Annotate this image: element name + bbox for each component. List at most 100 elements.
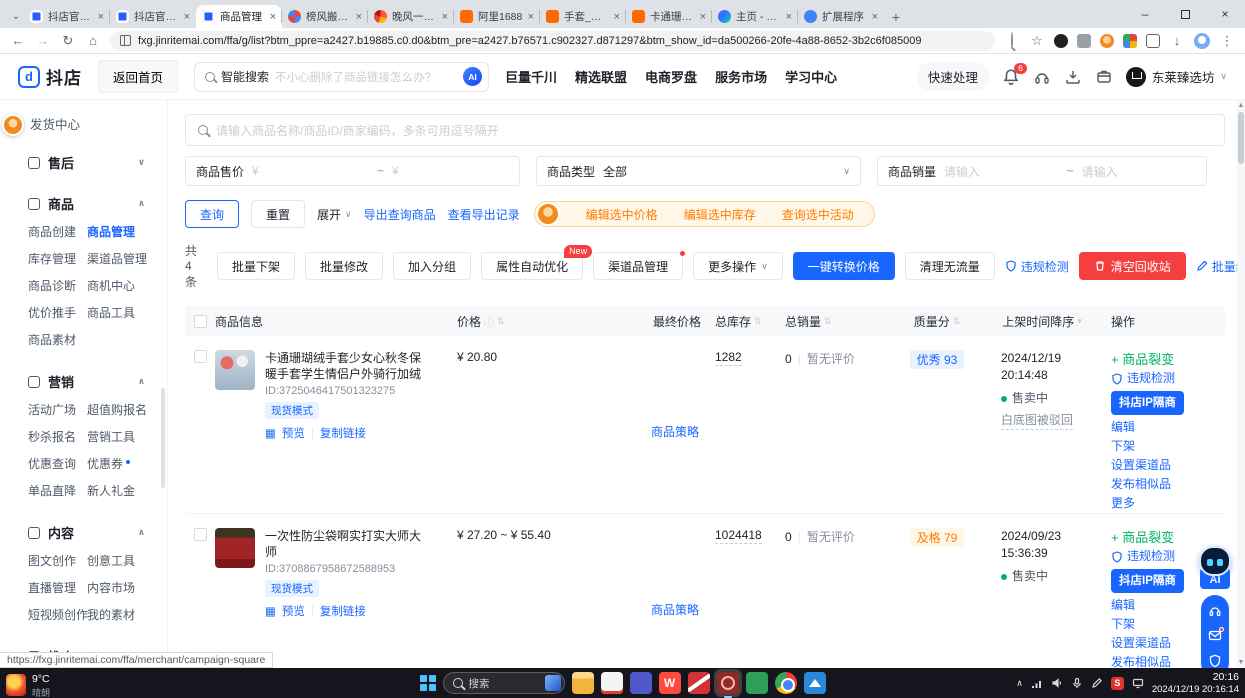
plugin-edit-price[interactable]: 编辑选中价格	[586, 206, 658, 223]
browser-tab[interactable]: 扩展程序 ×	[798, 5, 884, 28]
doudian-logo[interactable]: d 抖店	[18, 64, 82, 89]
extension-adblock-icon[interactable]	[1054, 34, 1068, 48]
sidebar-item-stock[interactable]: 库存管理	[28, 250, 84, 267]
browser-tab[interactable]: 主页 - 飞书云文档 ×	[712, 5, 798, 28]
taskbar-clock[interactable]: 20:16 2024/12/19 20:16:14	[1152, 671, 1239, 695]
close-icon[interactable]: ×	[872, 11, 878, 23]
restore-button[interactable]	[1165, 0, 1205, 28]
plugin-query-activity[interactable]: 查询选中活动	[782, 206, 854, 223]
scrollbar-thumb[interactable]	[1238, 112, 1244, 164]
sort-icon[interactable]: ⇅	[953, 316, 961, 327]
sidebar-item-creative-tools[interactable]: 创意工具	[87, 552, 159, 569]
col-listing-time[interactable]: 上架时间降序 ▾	[983, 313, 1101, 330]
browser-tab[interactable]: 阿里1688 ×	[454, 5, 540, 28]
tiger-extension-badge[interactable]	[2, 114, 24, 136]
sidebar-item-goods-material[interactable]: 商品素材	[28, 331, 84, 348]
quality-score-badge[interactable]: 及格 79	[910, 528, 965, 547]
quality-score-badge[interactable]: 优秀 93	[910, 350, 965, 369]
tray-expand-icon[interactable]: ∧	[1016, 678, 1023, 689]
close-icon[interactable]: ×	[786, 11, 792, 23]
type-filter-select[interactable]: 商品类型 全部 ∨	[536, 156, 861, 186]
reset-button[interactable]: 重置	[251, 200, 305, 228]
url-bar[interactable]: fxg.jinritemai.com/ffa/g/list?btm_ppre=a…	[110, 31, 995, 51]
sidebar-item-goods-create[interactable]: 商品创建	[28, 223, 84, 240]
zoom-icon[interactable]	[1004, 33, 1020, 48]
browser-tab[interactable]: 卡通珊瑚绒手套少 ×	[626, 5, 712, 28]
goods-title[interactable]: 一次性防尘袋啊实打实大师大师	[265, 528, 429, 560]
more-actions-button[interactable]: 更多操作 ∨	[693, 252, 783, 280]
sidebar-item-goods-tools[interactable]: 商品工具	[87, 304, 159, 321]
reload-icon[interactable]: ↻	[60, 33, 76, 49]
nav-qianchuan[interactable]: 巨量千川	[505, 67, 557, 86]
taskbar-weather[interactable]: 9°C 晴朗	[6, 671, 50, 698]
scroll-up-icon[interactable]: ▲	[1237, 102, 1245, 109]
violation-check-link[interactable]: 违规检测	[1111, 369, 1225, 388]
sidebar-item-goods-manage[interactable]: 商品管理	[87, 223, 159, 240]
copy-link[interactable]: 复制链接	[320, 603, 366, 619]
sidebar-item-single-discount[interactable]: 单品直降	[28, 482, 84, 499]
extension-pinwheel-icon[interactable]	[1123, 34, 1137, 48]
violation-check-link[interactable]: 违规检测	[1005, 258, 1069, 275]
download-icon[interactable]: ↓	[1169, 33, 1185, 48]
quick-process-button[interactable]: 快速处理	[917, 62, 989, 91]
empty-recycle-button[interactable]: 清空回收站	[1079, 252, 1186, 280]
preview-link[interactable]: 预览	[282, 603, 305, 619]
ai-search-badge[interactable]: AI	[463, 67, 482, 86]
download-center-icon[interactable]	[1064, 68, 1082, 86]
offshelf-link[interactable]: 下架	[1111, 437, 1225, 456]
sort-icon[interactable]: ⇅	[824, 316, 832, 327]
photos-icon[interactable]	[804, 672, 826, 694]
channel-manage-button[interactable]: 渠道品管理	[593, 252, 683, 280]
close-icon[interactable]: ×	[184, 11, 190, 23]
sidebar-item-content-market[interactable]: 内容市场	[87, 579, 159, 596]
app-icon[interactable]	[746, 672, 768, 694]
export-history-link[interactable]: 查看导出记录	[448, 206, 520, 223]
browser-profile-avatar[interactable]	[1194, 33, 1210, 49]
goods-thumbnail[interactable]	[215, 350, 255, 390]
network-icon[interactable]	[1031, 677, 1043, 689]
goods-title[interactable]: 卡通珊瑚绒手套少女心秋冬保暖手套学生情侣户外骑行加绒防寒手套	[265, 350, 429, 382]
page-scrollbar[interactable]: ▲ ▼	[1237, 100, 1245, 668]
sunlogin-tray-icon[interactable]: S	[1111, 677, 1124, 690]
sidebar-item-my-material[interactable]: 我的素材	[87, 606, 159, 623]
nav-jingxuan[interactable]: 精选联盟	[575, 67, 627, 86]
publish-similar-link[interactable]: 发布相似品	[1111, 475, 1225, 494]
extension-tiger-icon[interactable]	[1100, 34, 1114, 48]
close-icon[interactable]: ×	[356, 11, 362, 23]
col-stock[interactable]: 总库存 ⇅	[709, 313, 779, 330]
expand-toggle[interactable]: 展开 ∨	[317, 206, 352, 223]
export-goods-link[interactable]: 导出查询商品	[364, 206, 436, 223]
browser-tab[interactable]: 手套_手套批发_手 ×	[540, 5, 626, 28]
sidebar-item-coupon-query[interactable]: 优惠查询	[28, 455, 84, 472]
bookmark-star-icon[interactable]: ☆	[1029, 33, 1045, 49]
start-button[interactable]	[420, 675, 436, 691]
customer-service-icon[interactable]	[1208, 604, 1222, 618]
taskbar-search[interactable]: 搜索	[443, 672, 565, 694]
rejected-note[interactable]: 白底图被驳回	[1001, 412, 1073, 430]
stock-value[interactable]: 1024418	[715, 528, 762, 544]
protection-icon[interactable]	[1208, 654, 1222, 668]
home-icon[interactable]: ⌂	[85, 33, 101, 48]
smart-search-input[interactable]: 智能搜索 不小心删除了商品链接怎么办? AI	[194, 62, 489, 92]
col-price[interactable]: 价格 ⓘ ⇅	[437, 313, 587, 330]
copy-link[interactable]: 复制链接	[320, 425, 366, 441]
more-link[interactable]: 更多	[1111, 494, 1225, 513]
edit-link[interactable]: 编辑	[1111, 418, 1225, 437]
sidebar-group-header[interactable]: 售后 ∨	[0, 145, 167, 180]
close-icon[interactable]: ×	[528, 11, 534, 23]
douyin-ip-plugin-button[interactable]: 抖店IP隔商	[1111, 391, 1184, 415]
browser-tab[interactable]: 抖店官网 - 抖音小 ×	[24, 5, 110, 28]
query-button[interactable]: 查询	[185, 200, 239, 228]
sidebar-item-shipping-center[interactable]: 发货中心	[0, 110, 167, 145]
clean-traffic-button[interactable]: 清理无流量	[905, 252, 995, 280]
add-group-button[interactable]: 加入分组	[393, 252, 471, 280]
nav-fuwu[interactable]: 服务市场	[715, 67, 767, 86]
forward-icon[interactable]: →	[35, 33, 51, 48]
sidebar-item-coupon[interactable]: 优惠券	[87, 455, 159, 472]
goods-fission-link[interactable]: + 商品裂变	[1111, 528, 1225, 547]
sidebar-item-price-push[interactable]: 优价推手	[28, 304, 84, 321]
set-channel-link[interactable]: 设置渠道品	[1111, 456, 1225, 475]
app-icon[interactable]	[688, 672, 710, 694]
teams-icon[interactable]	[630, 672, 652, 694]
wps-icon[interactable]: W	[659, 672, 681, 694]
